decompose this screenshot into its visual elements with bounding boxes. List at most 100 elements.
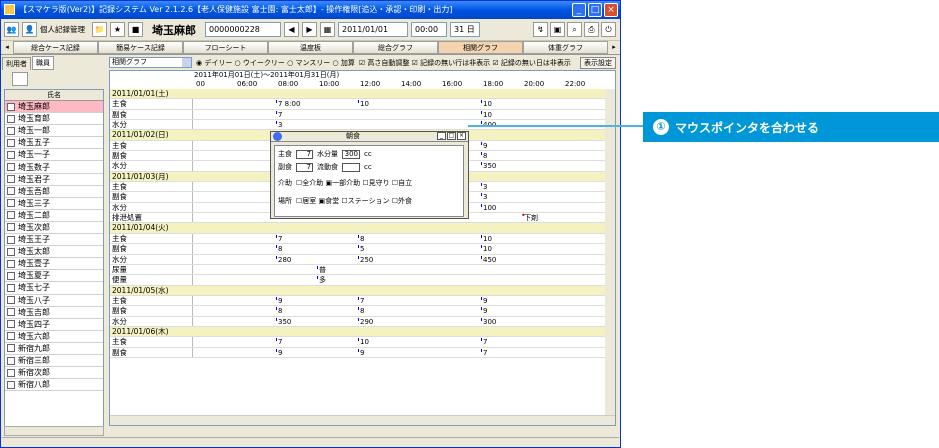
data-point[interactable]: 10 [481, 234, 492, 244]
data-point[interactable]: 8 [357, 234, 364, 244]
tab-scroll-right-icon[interactable]: ▸ [608, 41, 620, 54]
data-point[interactable]: 100 [480, 203, 496, 213]
resident-checkbox[interactable] [7, 175, 15, 184]
calendar-icon[interactable]: ▦ [320, 22, 335, 37]
resident-list-item[interactable]: 埼玉吉郎 [5, 307, 103, 319]
data-point[interactable]: 10 [481, 99, 492, 109]
data-point[interactable]: 多 [317, 275, 326, 285]
data-point[interactable]: 8 [275, 306, 282, 316]
data-point[interactable]: 280 [275, 255, 291, 265]
data-point[interactable]: 250 [357, 255, 373, 265]
resident-list-item[interactable]: 埼玉次郎 [5, 222, 103, 235]
popup-minimize-button[interactable]: _ [437, 132, 446, 140]
resident-list-item[interactable]: 埼玉王子 [5, 234, 103, 247]
table-row[interactable]: 水分 350 290 300 [110, 316, 606, 327]
next-arrow-icon[interactable]: ▶ [302, 22, 317, 37]
save-icon[interactable]: ▣ [550, 22, 565, 37]
tab-scroll-left-icon[interactable]: ◂ [1, 41, 13, 54]
resident-list-item[interactable]: 埼玉壹子 [5, 258, 103, 271]
resident-list-item[interactable]: 埼玉六郎 [5, 331, 103, 343]
tab-general-graph[interactable]: 総合グラフ [353, 41, 438, 54]
resident-checkbox[interactable] [7, 247, 15, 256]
tab-simple-case[interactable]: 簡易ケース記録 [98, 41, 183, 54]
data-point[interactable]: 7 [275, 337, 282, 347]
tab-flowsheet[interactable]: フローシート [183, 41, 268, 54]
resident-list-item[interactable]: 埼玉吾郎 [5, 186, 103, 198]
data-point[interactable]: 3 [480, 182, 487, 192]
resident-checkbox[interactable] [7, 126, 15, 135]
table-row[interactable]: 尿量 普 [110, 264, 606, 276]
resident-checkbox[interactable] [7, 368, 15, 377]
resident-checkbox[interactable] [7, 138, 15, 147]
data-point[interactable]: 10 [358, 337, 369, 347]
period-radios[interactable]: ◉ デイリー ○ ウイークリー ○ マンスリー ○ 加算 [196, 58, 355, 68]
resident-checkbox[interactable] [7, 199, 15, 208]
tab-users[interactable]: 利用者 [2, 57, 31, 70]
display-settings-button[interactable]: 表示設定 [580, 56, 616, 69]
star-icon[interactable]: ★ [110, 22, 125, 37]
table-row[interactable]: 副食 9 9 7 [110, 347, 606, 358]
resident-checkbox[interactable] [7, 332, 15, 341]
table-row[interactable]: 主食 9 7 9 [110, 295, 606, 307]
table-row[interactable]: 水分 280 250 450 [110, 254, 606, 265]
resident-checkbox[interactable] [7, 283, 15, 292]
horizontal-scrollbar[interactable] [4, 426, 104, 436]
maximize-button[interactable]: □ [588, 3, 602, 17]
resident-list-item[interactable]: 新宿次郎 [5, 367, 103, 380]
data-point[interactable]: 10 [358, 99, 369, 109]
data-point[interactable]: 7 8:00 [275, 99, 300, 109]
table-row[interactable]: 副食 8 5 10 [110, 244, 606, 255]
resident-checkbox[interactable] [7, 296, 15, 305]
data-point[interactable]: 8 [275, 244, 282, 254]
resident-checkbox[interactable] [7, 150, 15, 159]
data-point[interactable]: 7 [480, 337, 487, 347]
data-point[interactable]: 9 [480, 141, 487, 151]
print-icon[interactable]: ⎙ [584, 22, 599, 37]
date-field[interactable]: 2011/01/01 [338, 22, 408, 37]
table-row[interactable]: 副食 7 10 [110, 109, 606, 121]
data-point[interactable]: 9 [275, 348, 282, 358]
resident-list-item[interactable]: 埼玉育郎 [5, 113, 103, 126]
resident-list-item[interactable]: 埼玉三子 [5, 198, 103, 210]
popup-close-button[interactable]: × [457, 132, 466, 140]
resident-list-item[interactable]: 埼玉四子 [5, 319, 103, 331]
resident-list-item[interactable]: 埼玉七子 [5, 282, 103, 295]
data-point[interactable]: 10 [481, 110, 492, 120]
resident-list-item[interactable]: 埼玉一郎 [5, 125, 103, 138]
prev-arrow-icon[interactable]: ◀ [284, 22, 299, 37]
tab-staff[interactable]: 職員 [32, 56, 54, 70]
resident-list-item[interactable]: 新宿九郎 [5, 343, 103, 355]
tab-temperature[interactable]: 温度板 [268, 41, 353, 54]
vertical-scrollbar[interactable] [605, 89, 615, 415]
resident-checkbox[interactable] [7, 259, 15, 268]
resident-checkbox[interactable] [7, 380, 15, 389]
tab-weight-graph[interactable]: 体重グラフ [523, 41, 608, 54]
data-point[interactable]: 7 [275, 234, 282, 244]
resident-checkbox[interactable] [7, 308, 15, 317]
resident-list-item[interactable]: 埼玉夏子 [5, 270, 103, 283]
resident-checkbox[interactable] [7, 102, 15, 111]
resident-checkbox[interactable] [7, 211, 15, 220]
resident-id-field[interactable]: 0000000228 [205, 22, 281, 37]
data-point[interactable]: 7 [357, 296, 364, 306]
resident-checkbox[interactable] [7, 187, 15, 196]
data-point[interactable]: 3 [275, 120, 282, 130]
resident-list-item[interactable]: 新宿三郎 [5, 355, 103, 368]
data-point[interactable]: 9 [357, 348, 364, 358]
person-icon[interactable]: 👤 [22, 22, 37, 37]
folder-icon[interactable]: 📁 [92, 22, 107, 37]
data-point[interactable]: 8 [480, 151, 487, 161]
resident-checkbox[interactable] [7, 344, 15, 353]
resident-checkbox[interactable] [7, 114, 15, 123]
table-row[interactable]: 主食 7 8 10 [110, 233, 606, 245]
display-checks[interactable]: ☑ 高さ自動調整 ☑ 記録の無い行は非表示 ☑ 記録の無い日は非表示 [359, 58, 571, 68]
data-point[interactable]: 8 [357, 306, 364, 316]
resident-list-item[interactable]: 埼玉君子 [5, 174, 103, 186]
data-point[interactable]: 7 [480, 348, 487, 358]
resident-list-item[interactable]: 新宿八郎 [5, 379, 103, 392]
days-field[interactable]: 31 日 [450, 22, 480, 37]
data-point[interactable]: 290 [357, 317, 373, 327]
resident-checkbox[interactable] [7, 235, 15, 244]
grid-horizontal-scrollbar[interactable] [110, 415, 615, 425]
close-button[interactable]: × [604, 3, 618, 17]
